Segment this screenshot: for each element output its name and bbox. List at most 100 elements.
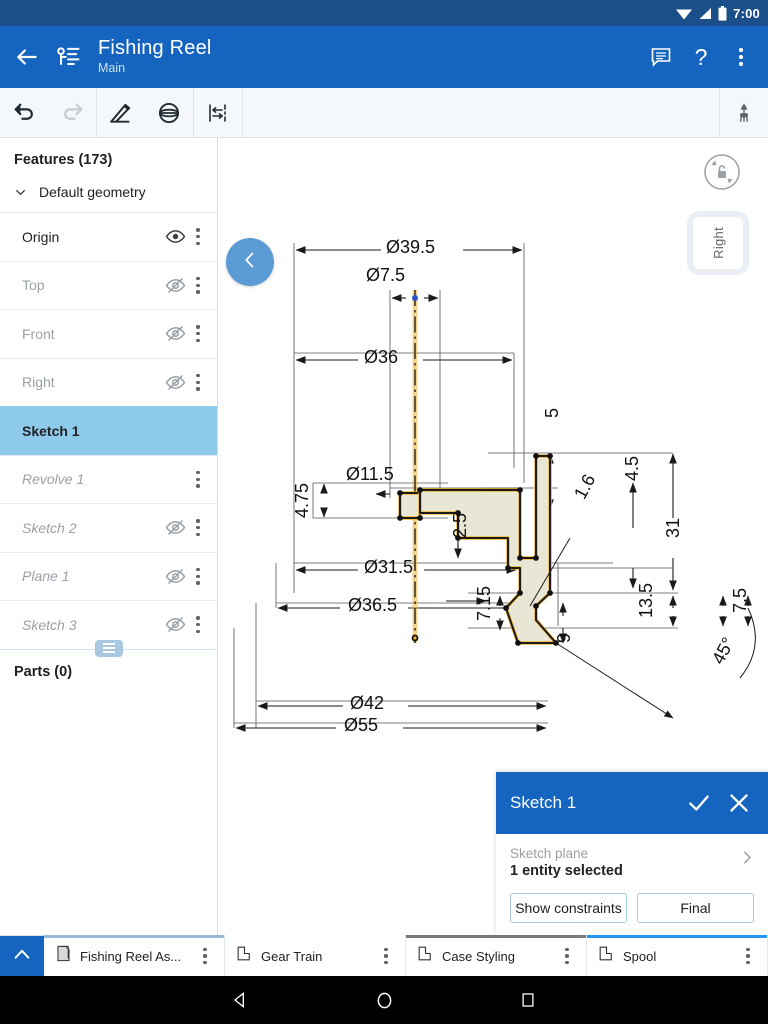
feature-kebab-menu[interactable] <box>187 610 209 640</box>
close-button[interactable] <box>724 788 754 818</box>
feature-row-front[interactable]: Front <box>0 309 217 358</box>
comment-icon[interactable] <box>648 44 674 70</box>
undo-icon[interactable] <box>0 88 48 138</box>
view-cube[interactable]: Right <box>692 216 744 270</box>
tab-case-styling[interactable]: Case Styling <box>406 935 587 976</box>
feature-row-revolve-1[interactable]: Revolve 1 <box>0 454 217 504</box>
sketch-canvas[interactable]: Ø39.5 Ø7.5 Ø36 Ø11.5 Ø31.5 Ø36.5 Ø42 Ø55… <box>218 138 768 935</box>
final-button[interactable]: Final <box>637 893 754 923</box>
feature-kebab-menu[interactable] <box>187 513 209 543</box>
feature-label: Revolve 1 <box>22 471 85 488</box>
dialog-title: Sketch 1 <box>510 793 577 812</box>
show-constraints-button[interactable]: Show constraints <box>510 893 627 923</box>
dim-7-15: 7.15 <box>474 586 494 622</box>
collapse-panel-button[interactable] <box>226 238 274 286</box>
eye-hidden-icon[interactable] <box>163 370 187 394</box>
part-studio-icon <box>235 944 254 968</box>
eye-visible-icon[interactable] <box>163 225 187 249</box>
version-branch-icon[interactable] <box>54 43 82 71</box>
main-area: Features (173) Default geometry Origin T… <box>0 138 768 935</box>
feature-row-top[interactable]: Top <box>0 260 217 310</box>
dim-d31-5: Ø31.5 <box>364 557 414 577</box>
triangle-back-icon[interactable] <box>227 987 253 1013</box>
tab-kebab-menu[interactable] <box>556 941 578 971</box>
sketch-plane-value: 1 entity selected <box>510 863 623 879</box>
dim-4-75: 4.75 <box>292 483 312 519</box>
tab-accent-bar <box>587 935 767 938</box>
dim-d55: Ø55 <box>344 715 379 735</box>
feature-row-sketch-1[interactable]: Sketch 1 <box>0 406 217 455</box>
dim-d36: Ø36 <box>364 347 399 367</box>
redo-icon <box>48 88 96 138</box>
feature-kebab-menu[interactable] <box>187 222 209 252</box>
measure-tool-icon[interactable] <box>720 88 768 138</box>
workspace-name: Main <box>98 61 126 76</box>
panel-splitter[interactable] <box>0 639 217 657</box>
chevron-left-icon <box>239 249 261 276</box>
feature-kebab-menu[interactable] <box>187 561 209 591</box>
eye-hidden-icon[interactable] <box>163 516 187 540</box>
tab-accent-bar <box>44 935 224 938</box>
part-studio-icon <box>597 944 616 968</box>
back-button[interactable] <box>14 44 40 70</box>
sketch-plane-label: Sketch plane <box>510 846 589 861</box>
tab-kebab-menu[interactable] <box>737 941 759 971</box>
feature-kebab-menu[interactable] <box>187 319 209 349</box>
tab-fishing-reel-assembly[interactable]: Fishing Reel As... <box>44 935 225 976</box>
tab-label: Fishing Reel As... <box>80 948 182 964</box>
help-button[interactable]: ? <box>688 44 714 70</box>
splitter-grip-handle[interactable] <box>94 639 123 657</box>
sketch-plane-field[interactable]: Sketch plane 1 entity selected <box>496 834 768 885</box>
eye-hidden-icon[interactable] <box>163 273 187 297</box>
feature-label: Plane 1 <box>22 568 70 585</box>
dim-31: 31 <box>663 518 683 539</box>
overflow-menu-icon[interactable] <box>728 44 754 70</box>
features-header: Features (173) <box>14 152 113 168</box>
rotation-lock-button[interactable] <box>698 148 746 196</box>
tab-kebab-menu[interactable] <box>375 941 397 971</box>
rotation-lock-icon <box>704 154 740 190</box>
eye-hidden-icon[interactable] <box>163 613 187 637</box>
feature-row-plane-1[interactable]: Plane 1 <box>0 551 217 601</box>
feature-kebab-menu[interactable] <box>187 367 209 397</box>
tab-label: Case Styling <box>442 948 515 964</box>
app-header: Fishing Reel Main ? <box>0 26 768 88</box>
dialog-header: Sketch 1 <box>496 772 768 834</box>
feature-row-sketch-2[interactable]: Sketch 2 <box>0 503 217 552</box>
feature-kebab-menu[interactable] <box>187 270 209 300</box>
feature-row-right[interactable]: Right <box>0 357 217 407</box>
eye-hidden-icon[interactable] <box>163 322 187 346</box>
feature-label: Top <box>22 277 45 294</box>
app-root: 7:00 Fishing Reel Main ? Features (173) … <box>0 0 768 1024</box>
android-status-bar: 7:00 <box>0 0 768 26</box>
accept-button[interactable] <box>684 788 714 818</box>
pencil-sketch-icon[interactable] <box>97 88 145 138</box>
dimension-icon[interactable] <box>194 88 242 138</box>
square-recents-icon[interactable] <box>515 987 541 1013</box>
dim-d39-5: Ø39.5 <box>386 237 436 257</box>
default-geometry-group[interactable]: Default geometry <box>0 178 217 212</box>
dimension-tools <box>194 88 242 137</box>
dim-7-5: 7.5 <box>730 588 750 614</box>
chevron-down-icon <box>14 186 27 199</box>
eye-hidden-icon[interactable] <box>163 564 187 588</box>
tab-spool[interactable]: Spool <box>587 935 768 976</box>
feature-kebab-menu[interactable] <box>187 464 209 494</box>
android-nav-bar <box>0 976 768 1024</box>
chevron-right-icon[interactable] <box>738 848 756 871</box>
dim-4-5: 4.5 <box>622 456 642 482</box>
create-tools <box>97 88 193 137</box>
feature-label: Front <box>22 325 55 342</box>
tab-kebab-menu[interactable] <box>194 941 216 971</box>
feature-label: Sketch 1 <box>22 422 80 439</box>
expand-tabs-button[interactable] <box>0 936 44 976</box>
tab-accent-bar <box>225 935 405 938</box>
assembly-icon <box>54 944 73 968</box>
circle-home-icon[interactable] <box>371 987 397 1013</box>
feature-row-origin[interactable]: Origin <box>0 212 217 261</box>
document-title-block: Fishing Reel Main <box>98 38 212 75</box>
signal-icon <box>698 7 712 20</box>
tab-gear-train[interactable]: Gear Train <box>225 935 406 976</box>
revolve-icon[interactable] <box>145 88 193 138</box>
